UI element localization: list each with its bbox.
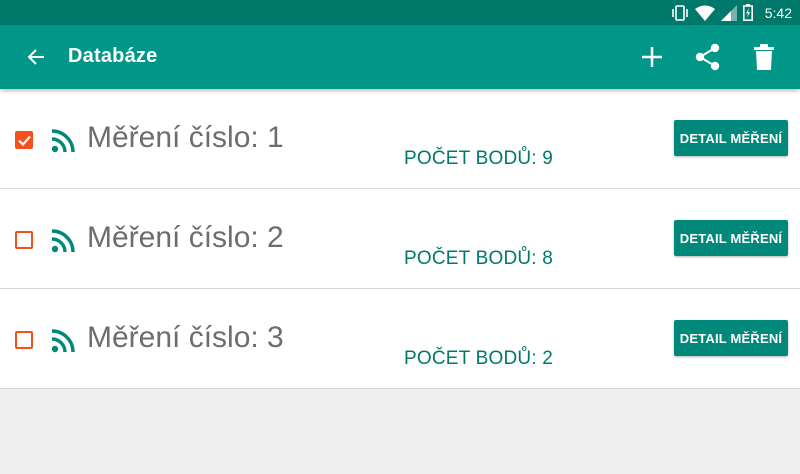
delete-button[interactable] [748,41,780,73]
list-item: Měření číslo: 3 POČET BODŮ: 2 DETAIL MĚŘ… [0,289,800,389]
list-item: Měření číslo: 1 POČET BODŮ: 9 DETAIL MĚŘ… [0,89,800,189]
signal-icon [720,4,737,21]
checkbox-checked[interactable] [15,131,33,149]
point-count: POČET BODŮ: 9 [404,148,554,169]
status-time: 5:42 [764,4,792,21]
list-item: Měření číslo: 2 POČET BODŮ: 8 DETAIL MĚŘ… [0,189,800,289]
detail-button[interactable]: DETAIL MĚŘENÍ [674,320,788,356]
detail-button[interactable]: DETAIL MĚŘENÍ [674,120,788,156]
battery-charging-icon [742,4,753,21]
checkbox[interactable] [15,331,33,349]
point-count: POČET BODŮ: 2 [404,348,554,369]
measurement-title: Měření číslo: 2 [87,221,284,254]
rss-feed-icon [51,129,75,153]
share-icon [695,43,720,71]
back-arrow-icon[interactable] [22,43,50,71]
rss-feed-icon [51,229,75,253]
delete-icon [754,44,774,70]
measurement-title: Měření číslo: 1 [87,121,284,154]
measurement-title: Měření číslo: 3 [87,321,284,354]
wifi-icon [694,5,715,21]
check-icon [17,135,31,146]
add-button[interactable] [636,41,668,73]
measurement-list: Měření číslo: 1 POČET BODŮ: 9 DETAIL MĚŘ… [0,89,800,389]
add-icon [642,47,662,67]
share-button[interactable] [692,41,724,73]
status-bar: 5:42 [0,0,800,25]
rss-feed-icon [51,329,75,353]
page-title: Databáze [68,45,158,67]
checkbox[interactable] [15,231,33,249]
vibrate-icon [671,4,689,21]
point-count: POČET BODŮ: 8 [404,248,554,269]
detail-button[interactable]: DETAIL MĚŘENÍ [674,220,788,256]
app-bar: Databáze [0,25,800,89]
